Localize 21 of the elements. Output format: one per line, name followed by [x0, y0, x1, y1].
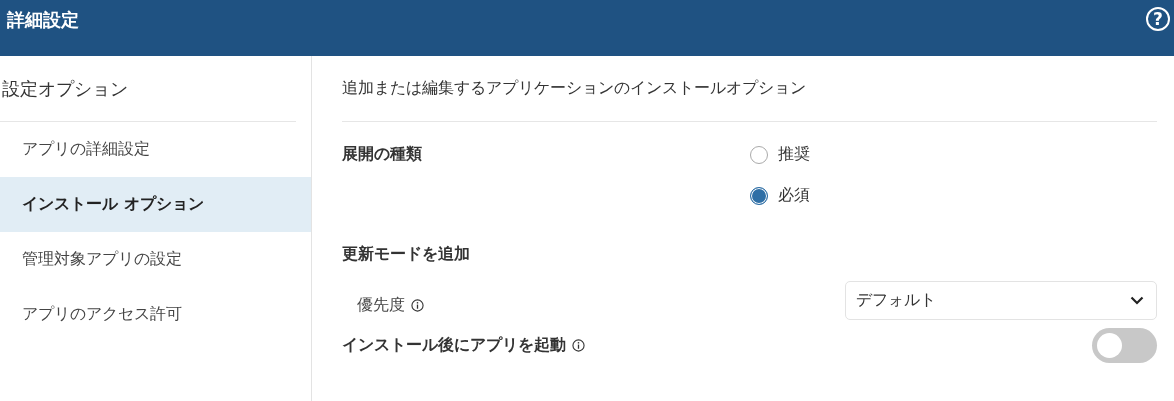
help-button[interactable]: ? [1146, 7, 1170, 31]
priority-dropdown[interactable]: デフォルト [845, 281, 1157, 320]
deployment-label: 展開の種類 [342, 144, 422, 165]
chevron-down-icon [1130, 296, 1144, 305]
sidebar-item[interactable]: 管理対象アプリの設定 [0, 232, 311, 287]
radio-label: 必須 [778, 185, 810, 206]
launch-label: インストール後にアプリを起動 [342, 335, 566, 356]
sidebar-item[interactable]: アプリのアクセス許可 [0, 287, 311, 342]
info-icon[interactable] [411, 299, 424, 312]
priority-label: 優先度 [357, 295, 405, 316]
radio-button[interactable] [750, 186, 768, 205]
toggle-switch[interactable] [1092, 328, 1157, 363]
description-text: 追加または編集するアプリケーションのインストールオプション [342, 56, 1157, 122]
update-mode-label: 更新モードを追加 [342, 244, 470, 265]
sidebar-title: 設定オプション [0, 56, 296, 122]
sidebar-item[interactable]: インストール オプション [0, 177, 311, 232]
radio-label: 推奨 [778, 144, 810, 165]
info-icon[interactable] [572, 339, 585, 352]
window-title: 詳細設定 [7, 8, 79, 32]
radio-button[interactable] [750, 145, 768, 164]
sidebar-item[interactable]: アプリの詳細設定 [0, 122, 311, 177]
